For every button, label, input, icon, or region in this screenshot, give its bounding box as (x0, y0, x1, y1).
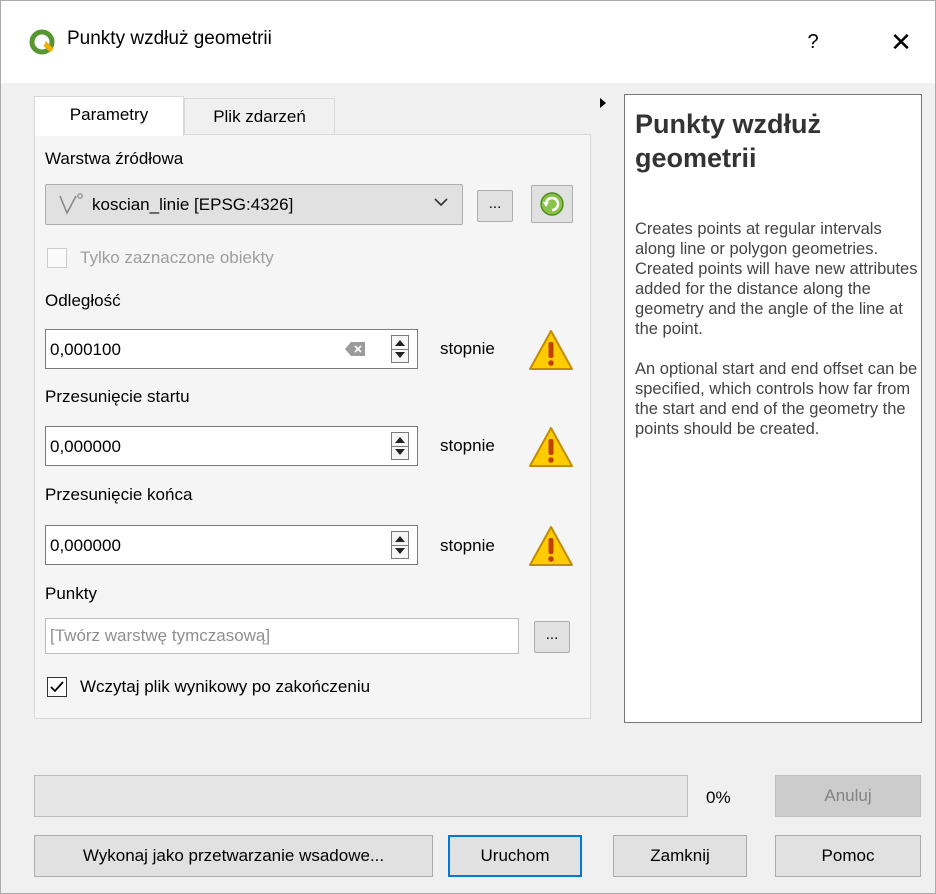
load-result-label: Wczytaj plik wynikowy po zakończeniu (80, 677, 371, 696)
distance-stepper[interactable] (391, 335, 409, 363)
line-layer-icon (59, 193, 83, 215)
close-button[interactable]: Zamknij (613, 835, 747, 877)
qgis-logo-icon (29, 29, 55, 55)
source-layer-combo[interactable]: koscian_linie [EPSG:4326] (45, 184, 463, 225)
help-description: Creates points at regular intervals alon… (635, 219, 920, 459)
source-layer-label: Warstwa źródłowa (45, 149, 184, 168)
end-offset-value: 0,000000 (50, 536, 121, 555)
window-title: Punkty wzdłuż geometrii (67, 28, 272, 49)
load-result-checkbox[interactable] (47, 677, 67, 697)
help-button[interactable]: Pomoc (775, 835, 921, 877)
output-input[interactable] (48, 621, 514, 651)
selected-only-checkbox[interactable] (47, 248, 67, 268)
tab-log[interactable]: Plik zdarzeń (184, 98, 335, 136)
clear-icon[interactable] (345, 342, 365, 356)
source-layer-value: koscian_linie [EPSG:4326] (92, 195, 294, 214)
checkmark-icon (50, 681, 64, 693)
batch-process-button[interactable]: Wykonaj jako przetwarzanie wsadowe... (34, 835, 433, 877)
distance-label: Odległość (45, 291, 121, 310)
output-browse-button[interactable]: ... (534, 621, 570, 653)
end-offset-stepper[interactable] (391, 531, 409, 559)
iterate-features-button[interactable] (531, 185, 573, 223)
dialog-window: Punkty wzdłuż geometrii ? ✕ Parametry Pl… (0, 0, 936, 894)
progress-bar (34, 775, 688, 817)
help-paragraph: Creates points at regular intervals alon… (635, 220, 918, 338)
help-title-button[interactable]: ? (798, 25, 828, 59)
start-offset-value: 0,000000 (50, 437, 121, 456)
end-offset-unit: stopnie (440, 536, 495, 555)
start-offset-unit: stopnie (440, 436, 495, 455)
tab-parameters[interactable]: Parametry (34, 96, 184, 136)
help-paragraph: An optional start and end offset can be … (635, 360, 918, 438)
help-title: Punkty wzdłuż geometrii (635, 109, 822, 173)
splitter-arrow-icon[interactable] (600, 98, 606, 108)
start-offset-label: Przesunięcie startu (45, 387, 190, 406)
distance-value: 0,000100 (50, 340, 121, 359)
refresh-icon (540, 192, 564, 216)
output-field[interactable] (45, 618, 519, 654)
source-layer-browse-button[interactable]: ... (477, 190, 513, 222)
start-offset-stepper[interactable] (391, 432, 409, 460)
run-button[interactable]: Uruchom (448, 835, 582, 877)
warning-icon (529, 330, 573, 370)
distance-input[interactable]: 0,000100 (45, 329, 418, 369)
chevron-down-icon (434, 198, 448, 207)
help-panel: Punkty wzdłuż geometrii Creates points a… (624, 94, 922, 723)
warning-icon (529, 526, 573, 566)
start-offset-input[interactable]: 0,000000 (45, 426, 418, 466)
close-window-button[interactable]: ✕ (884, 23, 918, 61)
distance-unit: stopnie (440, 339, 495, 358)
title-bar: Punkty wzdłuż geometrii ? ✕ (1, 1, 935, 83)
end-offset-input[interactable]: 0,000000 (45, 525, 418, 565)
progress-text: 0% (706, 788, 731, 807)
warning-icon (529, 427, 573, 467)
selected-only-label: Tylko zaznaczone obiekty (80, 248, 274, 267)
output-label: Punkty (45, 584, 97, 603)
end-offset-label: Przesunięcie końca (45, 485, 193, 504)
cancel-button[interactable]: Anuluj (775, 775, 921, 817)
